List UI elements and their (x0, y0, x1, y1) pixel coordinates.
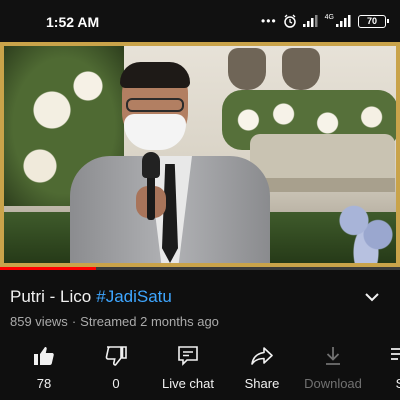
signal-icon (302, 15, 318, 27)
download-label: Download (304, 376, 362, 391)
thumbs-up-icon (34, 347, 54, 365)
status-icons: ••• 4G 70 (261, 14, 389, 28)
dislike-button[interactable]: 0 (96, 340, 136, 396)
like-count: 78 (36, 376, 52, 391)
status-time: 1:52 AM (46, 14, 100, 30)
video-meta: 859 views · Streamed 2 months ago (10, 314, 219, 329)
alarm-icon (283, 14, 296, 28)
video-progress-fill (0, 267, 96, 270)
status-bar: 1:52 AM ••• 4G 70 (0, 0, 400, 42)
dislike-count: 0 (112, 376, 120, 391)
notification-dots: ••• (261, 14, 277, 28)
signal-4g-icon (336, 15, 351, 27)
video-title: Putri - Lico (10, 287, 92, 306)
hashtag-link[interactable]: #JadiSatu (96, 287, 172, 307)
share-icon (251, 347, 273, 365)
action-bar: 78 0 Live chat Share Download S (0, 340, 400, 400)
share-button[interactable]: Share (240, 340, 284, 396)
save-label: S (395, 376, 400, 391)
view-count: 859 views (10, 314, 68, 329)
save-button[interactable]: S (388, 340, 400, 396)
video-progress-bar[interactable] (0, 267, 400, 270)
video-title-row[interactable]: Putri - Lico #JadiSatu (10, 287, 390, 307)
share-label: Share (244, 376, 280, 391)
live-chat-label: Live chat (161, 376, 215, 391)
live-chat-icon (178, 346, 198, 366)
video-frame-border (0, 42, 400, 267)
download-icon (326, 347, 340, 365)
stream-date: Streamed 2 months ago (80, 314, 219, 329)
like-button[interactable]: 78 (24, 340, 64, 396)
network-type: 4G (324, 14, 334, 21)
battery-icon: 70 (358, 14, 389, 28)
save-icon (391, 348, 400, 360)
live-chat-button[interactable]: Live chat (158, 340, 218, 396)
download-button[interactable]: Download (302, 340, 364, 396)
thumbs-down-icon (105, 346, 127, 366)
meta-separator: · (71, 314, 77, 329)
video-player[interactable] (0, 42, 400, 267)
chevron-down-icon[interactable] (362, 287, 382, 307)
